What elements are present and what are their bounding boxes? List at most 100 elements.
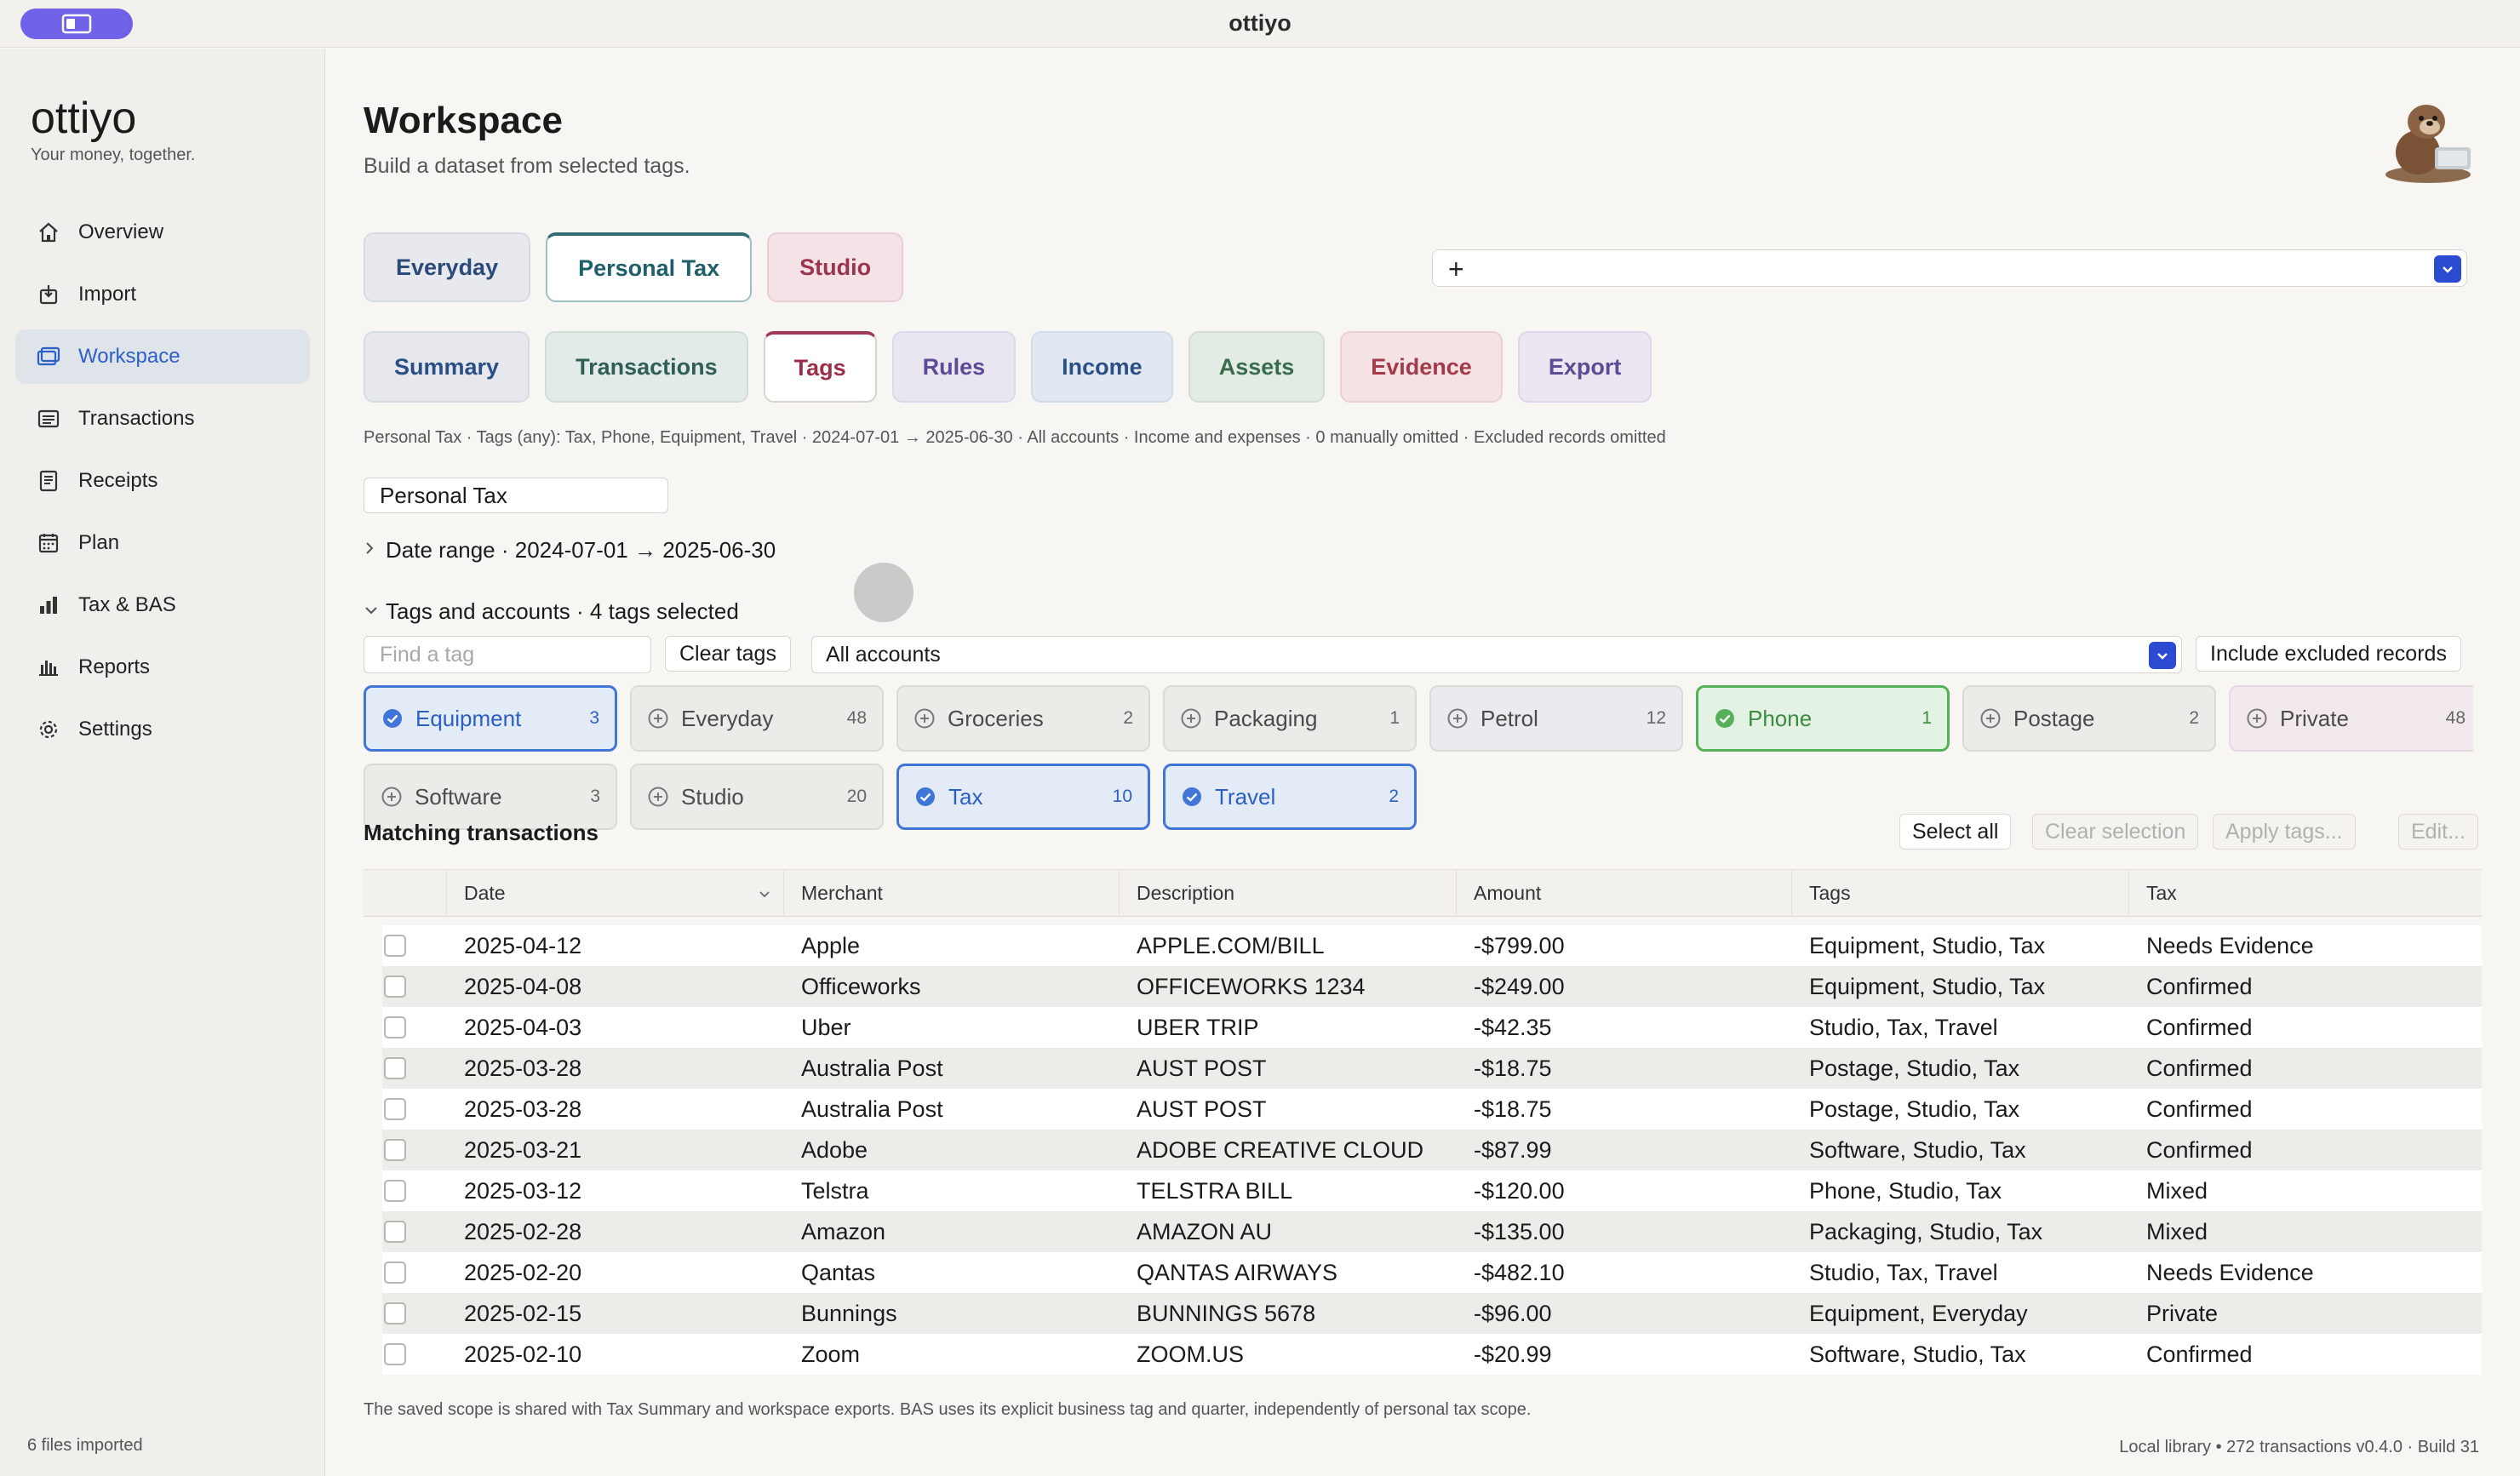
scope-name-field[interactable]: Personal Tax <box>364 478 668 513</box>
sidebar-item-transactions[interactable]: Transactions <box>15 392 310 446</box>
cell-amount: -$20.99 <box>1474 1342 1552 1367</box>
table-row[interactable]: 2025-02-28 Amazon AMAZON AU -$135.00 Packagi… <box>382 1211 2482 1252</box>
tag-card-travel[interactable]: Travel 2 <box>1163 764 1417 830</box>
tab-income[interactable]: Income <box>1031 331 1173 403</box>
sidebar-item-plan[interactable]: Plan <box>15 516 310 570</box>
tag-count: 1 <box>1389 708 1400 728</box>
tag-card-packaging[interactable]: Packaging 1 <box>1163 685 1417 752</box>
cell-amount: -$249.00 <box>1474 974 1565 999</box>
tag-card-private[interactable]: Private 48 <box>2229 685 2473 752</box>
receipt-icon <box>36 468 61 494</box>
tag-count: 1 <box>1922 708 1932 728</box>
cell-amount: -$96.00 <box>1474 1301 1552 1326</box>
row-checkbox[interactable] <box>384 1261 406 1284</box>
row-checkbox[interactable] <box>384 1057 406 1079</box>
table-row[interactable]: 2025-03-21 Adobe ADOBE CREATIVE CLOUD -$87.… <box>382 1130 2482 1170</box>
sidebar-item-import[interactable]: Import <box>15 267 310 322</box>
table-header: Date Merchant Description Amount Tags Ta… <box>364 869 2482 917</box>
transactions-table: Date Merchant Description Amount Tags Ta… <box>364 869 2482 1375</box>
select-all-button[interactable]: Select all <box>1899 814 2012 850</box>
tag-card-tax[interactable]: Tax 10 <box>896 764 1150 830</box>
column-label: Date <box>464 882 506 904</box>
column-header-tax[interactable]: Tax <box>2129 869 2482 917</box>
find-tag-input[interactable]: Find a tag <box>364 636 651 673</box>
tab-rules[interactable]: Rules <box>891 331 1017 403</box>
gear-icon <box>36 717 61 742</box>
add-scope-button[interactable]: + <box>1448 254 1464 285</box>
sidebar-nav: Overview Import Workspace Transactions R… <box>15 205 310 764</box>
row-checkbox[interactable] <box>384 1221 406 1243</box>
row-checkbox[interactable] <box>384 1098 406 1120</box>
tag-count: 12 <box>1646 708 1666 728</box>
tab-transactions[interactable]: Transactions <box>545 331 748 403</box>
column-header-amount[interactable]: Amount <box>1457 869 1792 917</box>
tag-card-studio[interactable]: Studio 20 <box>630 764 884 830</box>
table-row[interactable]: 2025-04-03 Uber UBER TRIP -$42.35 Studio, Ta… <box>382 1007 2482 1048</box>
row-checkbox[interactable] <box>384 975 406 998</box>
clear-tags-button[interactable]: Clear tags <box>665 636 791 672</box>
import-icon <box>36 282 61 307</box>
cell-date: 2025-02-20 <box>464 1260 582 1285</box>
cell-amount: -$799.00 <box>1474 933 1565 958</box>
tag-card-everyday[interactable]: Everyday 48 <box>630 685 884 752</box>
table-row[interactable]: 2025-03-12 Telstra TELSTRA BILL -$120.00 Pho… <box>382 1170 2482 1211</box>
table-row[interactable]: 2025-02-20 Qantas QANTAS AIRWAYS -$482.10 St… <box>382 1252 2482 1293</box>
plus-circle-icon <box>2246 707 2268 729</box>
tag-card-groceries[interactable]: Groceries 2 <box>896 685 1150 752</box>
date-range-disclosure[interactable]: Date range · 2024-07-01 → 2025-06-30 <box>364 537 776 564</box>
column-header-tags[interactable]: Tags <box>1792 869 2129 917</box>
plus-circle-icon <box>914 707 936 729</box>
tag-count: 20 <box>846 787 867 806</box>
table-row[interactable]: 2025-03-28 Australia Post AUST POST -$18.75… <box>382 1048 2482 1089</box>
files-imported-status: 6 files imported <box>27 1436 143 1455</box>
tag-card-phone[interactable]: Phone 1 <box>1696 685 1950 752</box>
column-header-description[interactable]: Description <box>1120 869 1457 917</box>
include-excluded-records-button[interactable]: Include excluded records <box>2196 636 2461 672</box>
tag-name: Groceries <box>948 705 1044 731</box>
tab-evidence[interactable]: Evidence <box>1340 331 1503 403</box>
tab-personal-tax[interactable]: Personal Tax <box>546 232 753 302</box>
clear-selection-button[interactable]: Clear selection <box>2032 814 2199 850</box>
column-header-merchant[interactable]: Merchant <box>784 869 1120 917</box>
scope-select[interactable]: + <box>1432 249 2467 287</box>
sidebar-item-receipts[interactable]: Receipts <box>15 454 310 508</box>
chevron-down-icon[interactable] <box>2434 255 2461 283</box>
edit-button[interactable]: Edit... <box>2398 814 2478 850</box>
table-row[interactable]: 2025-03-28 Australia Post AUST POST -$18.75… <box>382 1089 2482 1130</box>
reports-icon <box>36 655 61 680</box>
tag-name: Software <box>415 783 502 810</box>
tag-name: Travel <box>1215 783 1276 810</box>
row-checkbox[interactable] <box>384 1343 406 1365</box>
tab-studio[interactable]: Studio <box>767 232 904 302</box>
table-row[interactable]: 2025-04-12 Apple APPLE.COM/BILL -$799.00 Equ… <box>382 925 2482 966</box>
row-checkbox[interactable] <box>384 1016 406 1038</box>
accounts-select[interactable]: All accounts <box>811 636 2182 673</box>
tab-tags[interactable]: Tags <box>763 331 877 403</box>
plus-circle-icon <box>381 786 403 808</box>
sidebar-item-settings[interactable]: Settings <box>15 702 310 757</box>
tag-card-petrol[interactable]: Petrol 12 <box>1429 685 1683 752</box>
table-row[interactable]: 2025-02-10 Zoom ZOOM.US -$20.99 Software, St… <box>382 1334 2482 1375</box>
tab-export[interactable]: Export <box>1517 331 1652 403</box>
row-checkbox[interactable] <box>384 1180 406 1202</box>
tab-everyday[interactable]: Everyday <box>364 232 531 302</box>
tag-card-postage[interactable]: Postage 2 <box>1962 685 2216 752</box>
column-header-date[interactable]: Date <box>447 869 784 917</box>
tab-assets[interactable]: Assets <box>1188 331 1326 403</box>
tags-accounts-disclosure[interactable]: Tags and accounts · 4 tags selected <box>364 598 739 625</box>
chevron-down-icon[interactable] <box>2149 642 2176 669</box>
sidebar-item-overview[interactable]: Overview <box>15 205 310 260</box>
row-checkbox[interactable] <box>384 1302 406 1324</box>
tag-card-equipment[interactable]: Equipment 3 <box>364 685 617 752</box>
table-row[interactable]: 2025-02-15 Bunnings BUNNINGS 5678 -$96.00 Eq… <box>382 1293 2482 1334</box>
check-circle-icon <box>1181 786 1203 808</box>
cell-amount: -$18.75 <box>1474 1096 1552 1122</box>
tab-summary[interactable]: Summary <box>364 331 530 403</box>
apply-tags-button[interactable]: Apply tags... <box>2213 814 2356 850</box>
row-checkbox[interactable] <box>384 935 406 957</box>
sidebar-item-tax-bas[interactable]: Tax & BAS <box>15 578 310 632</box>
table-row[interactable]: 2025-04-08 Officeworks OFFICEWORKS 1234 -$2… <box>382 966 2482 1007</box>
row-checkbox[interactable] <box>384 1139 406 1161</box>
sidebar-item-reports[interactable]: Reports <box>15 640 310 695</box>
sidebar-item-workspace[interactable]: Workspace <box>15 329 310 384</box>
